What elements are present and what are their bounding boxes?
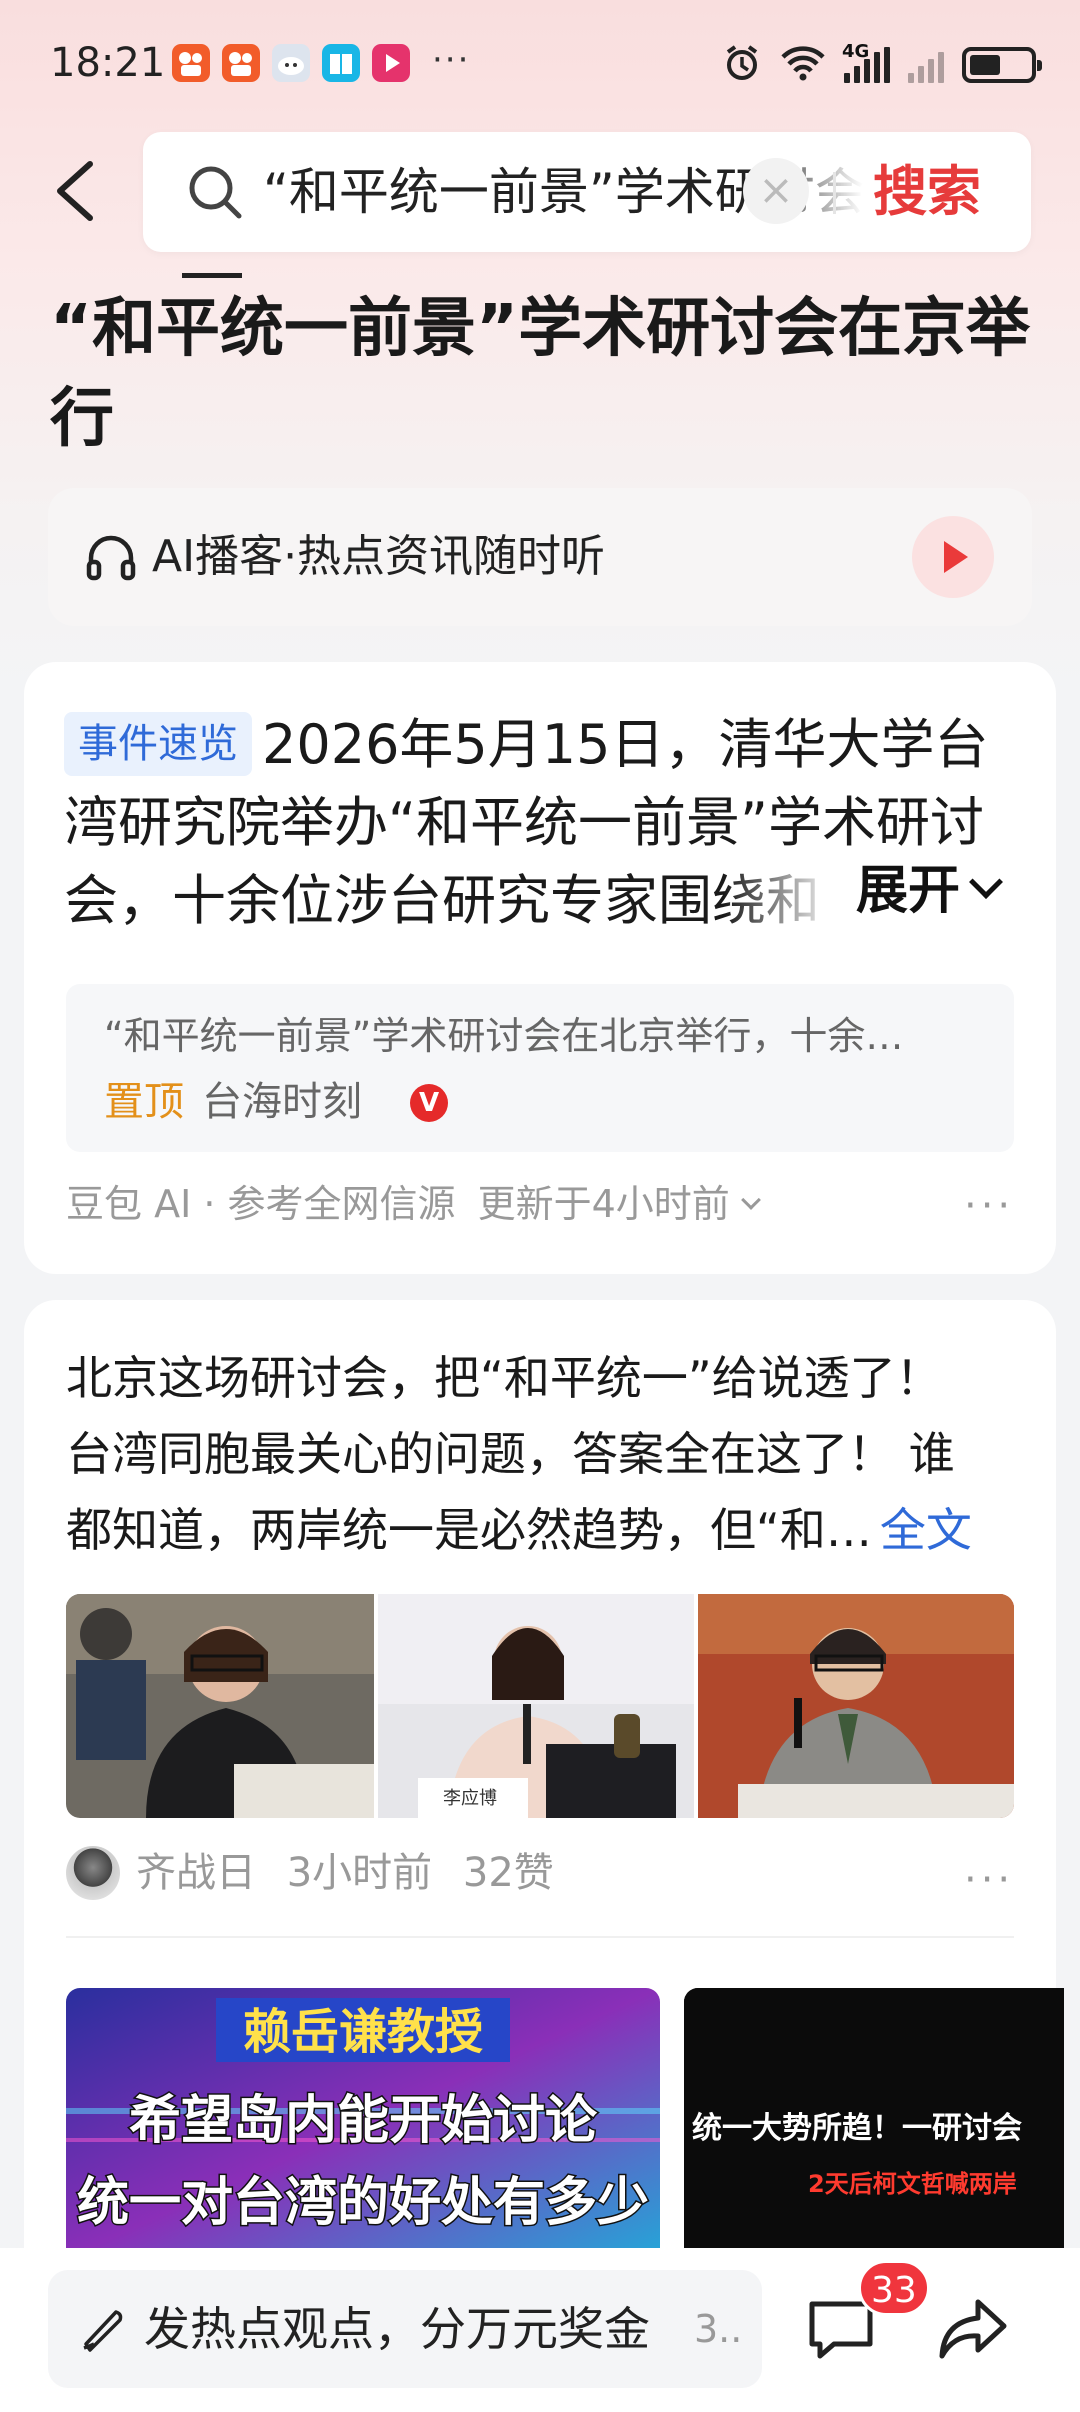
card-footer: 豆包 AI · 参考全网信源 更新于4小时前 <box>66 1176 761 1232</box>
post-photo[interactable] <box>66 1594 374 1818</box>
clear-search-button[interactable]: × <box>743 158 809 224</box>
post-line: 台湾同胞最关心的问题，答案全在这了！ 谁 <box>66 1427 955 1481</box>
share-icon <box>939 2299 1007 2359</box>
search-bar[interactable]: “和平统一前景”学术研讨会在京举行 × 搜索 <box>143 132 1031 252</box>
chevron-down-icon <box>969 865 1003 899</box>
post-photo[interactable]: 李应博 <box>378 1594 694 1818</box>
signal-icon: 4G <box>842 41 890 83</box>
chevron-down-icon[interactable] <box>740 1190 761 1210</box>
search-divider <box>833 172 836 214</box>
photo-grid: 李应博 <box>66 1594 1014 1818</box>
headphones-icon <box>84 530 138 584</box>
more-options-icon[interactable]: ··· <box>964 1186 1014 1226</box>
video-app-icon <box>372 44 410 82</box>
post-line: 北京这场研讨会，把“和平统一”给说透了！ <box>66 1351 942 1405</box>
avatar[interactable] <box>66 1846 120 1900</box>
post-time: 3小时前 <box>286 1850 433 1896</box>
search-icon <box>185 162 245 222</box>
kuaishou-icon <box>222 44 260 82</box>
ai-podcast-bar[interactable]: AI播客·热点资讯随时听 <box>48 488 1032 626</box>
page-title: “和平统一前景”学术研讨会在京举行 <box>50 292 1031 456</box>
tab-indicator <box>182 273 242 278</box>
verified-badge: V <box>410 1084 448 1122</box>
video-title-line: 希望岛内能开始讨论 <box>129 2091 598 2151</box>
video-thumbnail[interactable]: 统一大势所趋！一研讨会 2天后柯文哲喊两岸 <box>684 1988 1064 2258</box>
input-suffix: 3.. <box>694 2307 743 2351</box>
share-button[interactable] <box>936 2292 1010 2366</box>
status-bar: 18:21 ··· 4G <box>0 0 1080 134</box>
cloud-app-icon <box>272 44 310 82</box>
pen-icon <box>76 2300 130 2354</box>
update-time: 更新于4小时前 <box>477 1182 730 1226</box>
post-line: 都知道，两岸统一是必然趋势，但“和… 全文 <box>66 1503 972 1557</box>
video-thumbnail[interactable]: 赖岳谦教授 希望岛内能开始讨论 统一对台湾的好处有多少 <box>66 1988 660 2258</box>
back-button[interactable] <box>46 158 106 224</box>
event-summary-card: 事件速览 2026年5月15日，清华大学台湾研究院举办“和平统一前景”学术研讨会，… <box>24 662 1056 1274</box>
full-text-link[interactable]: 全文 <box>880 1503 972 1557</box>
footer-source: 豆包 AI · 参考全网信源 <box>66 1182 456 1226</box>
comment-input[interactable]: 发热点观点，分万元奖金 3.. <box>48 2270 762 2388</box>
wifi-icon <box>780 44 826 86</box>
video-subline: 2天后柯文哲喊两岸 <box>808 2170 1017 2198</box>
nameplate-text: 李应博 <box>443 1788 497 1809</box>
chevron-left-icon <box>57 161 93 221</box>
status-icons: 4G <box>722 41 1042 87</box>
alarm-icon <box>722 43 762 87</box>
divider <box>66 1936 1014 1938</box>
author-name[interactable]: 齐战日 <box>136 1850 256 1896</box>
expand-button[interactable]: 展开 <box>850 852 1003 930</box>
input-placeholder: 发热点观点，分万元奖金 <box>144 2302 650 2356</box>
bottom-bar: 发热点观点，分万元奖金 3.. 33 <box>0 2248 1080 2412</box>
search-button[interactable]: 搜索 <box>873 160 981 224</box>
reference-item[interactable]: “和平统一前景”学术研讨会在北京举行，十余… 置顶 台海时刻 V <box>66 984 1014 1152</box>
post-meta: 齐战日 3小时前 32赞 <box>136 1844 554 1902</box>
battery-icon <box>962 47 1042 83</box>
post-photo[interactable] <box>698 1594 1014 1818</box>
reference-source: 台海时刻 <box>202 1079 362 1125</box>
video-title-line: 赖岳谦教授 <box>243 2004 483 2060</box>
video-title-line: 统一对台湾的好处有多少 <box>77 2173 649 2233</box>
podcast-label: AI播客·热点资讯随时听 <box>152 531 606 582</box>
post-card: 北京这场研讨会，把“和平统一”给说透了！ 台湾同胞最关心的问题，答案全在这了！ … <box>24 1300 1064 2412</box>
more-options-icon[interactable]: ··· <box>964 1860 1014 1900</box>
status-time: 18:21 <box>50 40 166 86</box>
reference-title: “和平统一前景”学术研讨会在北京举行，十余… <box>104 1014 904 1058</box>
video-headline: 统一大势所趋！一研讨会 <box>692 2111 1022 2146</box>
summary-fade <box>724 848 864 928</box>
like-count: 32赞 <box>462 1850 554 1896</box>
kuaishou-icon <box>172 44 210 82</box>
play-button[interactable] <box>912 516 994 598</box>
search-result-screen: 18:21 ··· 4G “和平统一前景”学术研讨会在京举行 × 搜索 “和平统… <box>0 0 1080 2412</box>
pinned-label: 置顶 <box>104 1079 184 1125</box>
event-tag: 事件速览 <box>64 712 252 776</box>
signal-off-icon <box>908 47 944 83</box>
comment-count-badge: 33 <box>858 2260 930 2316</box>
post-text[interactable]: 北京这场研讨会，把“和平统一”给说透了！ 台湾同胞最关心的问题，答案全在这了！ … <box>66 1340 1024 1568</box>
play-icon <box>944 541 968 573</box>
more-notifications: ··· <box>432 40 471 80</box>
book-app-icon <box>322 44 360 82</box>
